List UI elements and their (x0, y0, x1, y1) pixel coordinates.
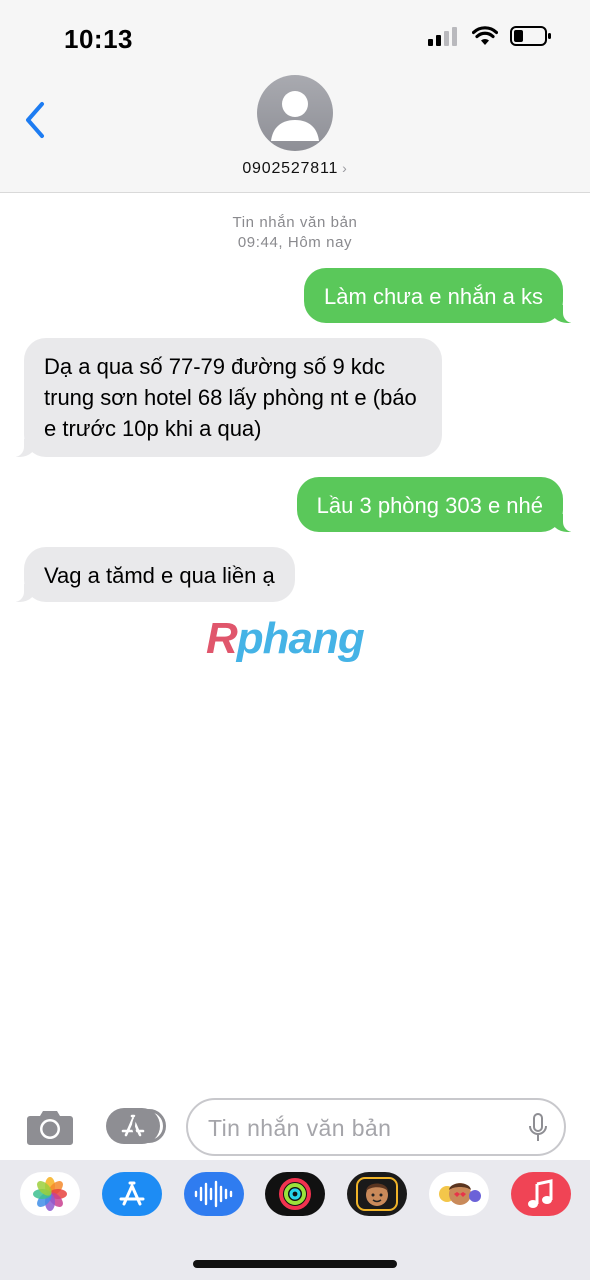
chevron-right-icon: › (342, 160, 348, 176)
apps-button-ring (132, 1109, 166, 1143)
contact-avatar[interactable] (257, 75, 333, 151)
app-store-icon (119, 1181, 145, 1206)
apps-button[interactable] (106, 1108, 166, 1144)
message-text: Dạ a qua số 77-79 đường số 9 kdc trung s… (44, 354, 417, 441)
signal-icon (428, 27, 457, 46)
activity-app-button[interactable] (265, 1172, 325, 1216)
watermark-logo: Rphang (206, 614, 365, 663)
home-indicator[interactable] (193, 1260, 397, 1268)
battery-icon (510, 26, 551, 46)
contact-number: 0902527811 (242, 160, 339, 177)
animoji-stickers-icon (439, 1183, 481, 1205)
music-app-button[interactable] (511, 1172, 571, 1216)
outgoing-message[interactable]: Làm chưa e nhắn a ks (304, 268, 579, 323)
message-timestamp: 09:44, Hôm nay (237, 234, 353, 251)
camera-icon[interactable] (26, 1106, 74, 1146)
photos-icon (33, 1177, 67, 1211)
contact-name[interactable]: 0902527811 › (0, 160, 590, 178)
conversation-header: 10:13 0902527811 › (0, 0, 590, 193)
audio-waveform-icon (194, 1180, 233, 1208)
audio-messages-app-button[interactable] (184, 1172, 244, 1216)
incoming-message[interactable]: Dạ a qua số 77-79 đường số 9 kdc trung s… (8, 338, 442, 457)
microphone-icon[interactable] (528, 1113, 548, 1143)
outgoing-message[interactable]: Lầu 3 phòng 303 e nhé (296, 477, 580, 532)
message-text: Lầu 3 phòng 303 e nhé (316, 493, 543, 518)
status-indicators (428, 26, 552, 46)
activity-rings-icon (279, 1178, 311, 1210)
message-type-label: Tin nhắn văn bản (232, 214, 358, 231)
wifi-icon (472, 26, 498, 45)
message-text: Làm chưa e nhắn a ks (324, 284, 543, 309)
photos-app-button[interactable] (20, 1172, 80, 1216)
app-store-app-button[interactable] (102, 1172, 162, 1216)
status-time: 10:13 (64, 24, 133, 54)
memoji-icon (356, 1177, 398, 1211)
message-text: Vag a tămd e qua liền ạ (44, 563, 275, 588)
message-input[interactable]: Tin nhắn văn bản (186, 1098, 566, 1156)
person-icon (271, 91, 319, 141)
music-note-icon (528, 1179, 553, 1208)
incoming-message[interactable]: Vag a tămd e qua liền ạ (8, 547, 295, 602)
animoji-stickers-app-button[interactable] (429, 1172, 489, 1216)
message-input-placeholder: Tin nhắn văn bản (208, 1115, 392, 1141)
back-chevron-icon[interactable] (22, 100, 48, 140)
memoji-app-button[interactable] (347, 1172, 407, 1216)
